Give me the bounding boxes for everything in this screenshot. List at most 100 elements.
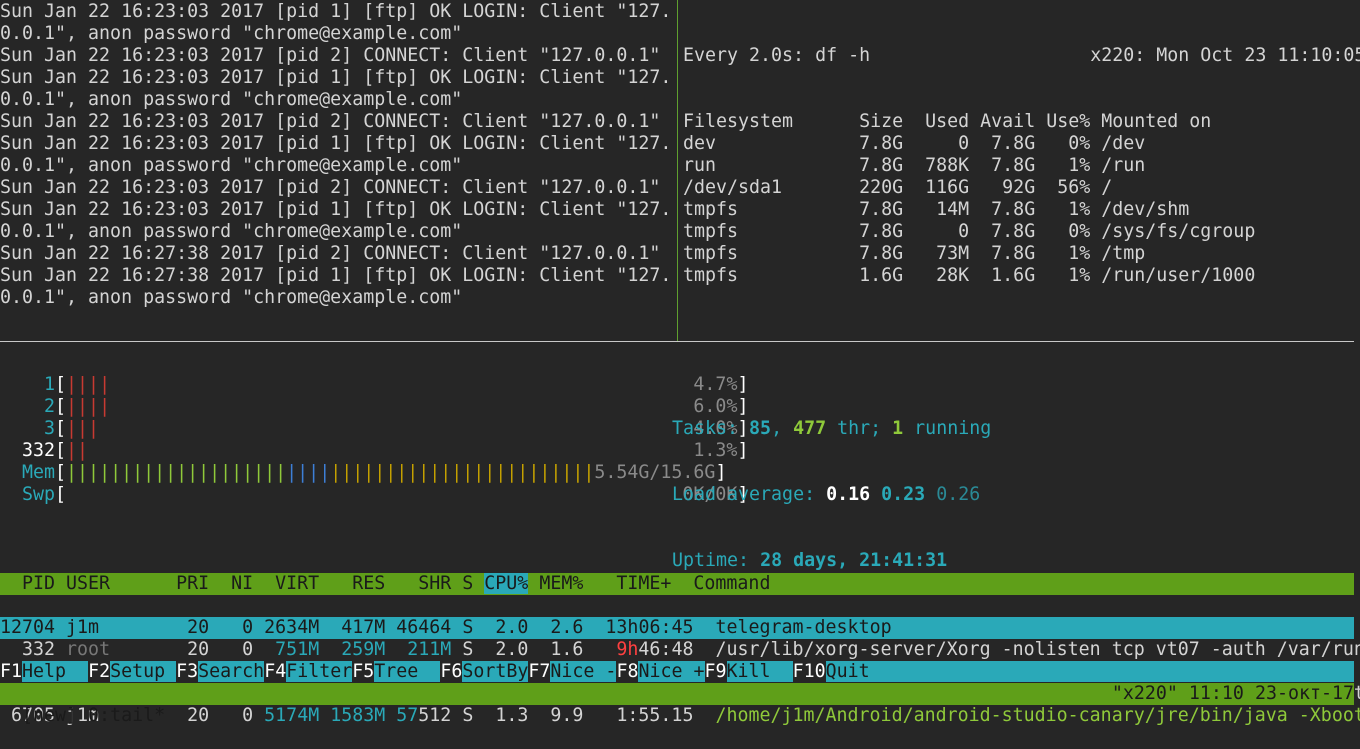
log-line: Sun Jan 22 16:23:03 2017 [pid 1] [ftp] O… — [0, 1, 672, 22]
function-key-bar: F1Help F2Setup F3SearchF4FilterF5Tree F6… — [0, 661, 1354, 683]
fkey-label-f9[interactable]: Kill — [726, 661, 793, 682]
process-shr: 211M — [396, 639, 463, 660]
process-state: S — [462, 705, 485, 726]
fkey-f8[interactable]: F8 — [616, 661, 639, 682]
df-row: run 7.8G 788K 7.8G 1% /run — [683, 155, 1146, 176]
process-state: S — [462, 617, 485, 638]
df-row: tmpfs 7.8G 0 7.8G 0% /sys/fs/cgroup — [683, 221, 1256, 242]
process-mem: 9.9 — [539, 705, 595, 726]
cpu-meter-label: 1 — [22, 374, 56, 395]
process-time-pad — [594, 617, 605, 638]
fkey-f6[interactable]: F6 — [440, 661, 463, 682]
process-shr-lo: 464 — [418, 617, 463, 638]
fkey-label-f4[interactable]: Filter — [286, 661, 353, 682]
process-pid: 332 — [0, 639, 67, 660]
fkey-label-f2[interactable]: Setup — [110, 661, 177, 682]
log-line: 0.0.1", anon password "chrome@example.co… — [0, 221, 463, 242]
process-table-header[interactable]: PID USER PRI NI VIRT RES SHR S CPU% MEM%… — [0, 573, 1354, 595]
process-time-hours: 9h — [616, 639, 639, 660]
log-line: Sun Jan 22 16:23:03 2017 [pid 2] CONNECT… — [0, 45, 661, 66]
cpu-meter-bars: || — [66, 440, 89, 461]
sort-column-cpu: CPU% — [484, 573, 529, 594]
process-pri: 20 — [165, 705, 221, 726]
df-row: tmpfs 7.8G 14M 7.8G 1% /dev/shm — [683, 199, 1190, 220]
process-user: root — [66, 639, 166, 660]
fkey-f10[interactable]: F10 — [792, 661, 826, 682]
fkey-label-f10[interactable]: Quit — [825, 661, 870, 682]
htop-meters: 1[|||| 4.7%] 2[|||| 6.0%] 3[||| 4.0%] 332… — [22, 374, 748, 506]
fkey-label-f6[interactable]: SortBy — [462, 661, 529, 682]
df-row: /dev/sda1 220G 116G 92G 56% / — [683, 177, 1113, 198]
df-row — [683, 89, 1360, 111]
process-time-pad — [594, 639, 616, 660]
process-res: 1583M — [330, 705, 397, 726]
process-mem: 2.6 — [539, 617, 595, 638]
watch-header: Every 2.0s: df -h x220: Mon Oct 23 11:10… — [683, 45, 1360, 66]
mem-buffer-bars: |||| — [286, 462, 331, 483]
process-row[interactable]: 6705 j1m 20 0 5174M 1583M 57512 S 1.3 9.… — [0, 705, 1360, 727]
process-command: telegram-desktop — [715, 617, 892, 638]
load5: 0.23 — [881, 484, 926, 505]
meter-open-bracket: [ — [55, 462, 67, 483]
df-row: dev 7.8G 0 7.8G 0% /dev — [683, 133, 1146, 154]
fkey-f5[interactable]: F5 — [352, 661, 375, 682]
process-ni: 0 — [220, 705, 265, 726]
cpu-meter: 1[|||| 4.7%] — [22, 374, 748, 396]
swap-meter: Swp[ 0K/0K] — [22, 484, 748, 506]
tmux-status-right: "x220" 11:10 23-окт-17 — [1111, 683, 1354, 704]
process-ni: 0 — [220, 639, 265, 660]
cpu-meter: 3[||| 4.0%] — [22, 418, 748, 440]
tmux-window-list[interactable]: [new] 0:tail* — [22, 705, 165, 726]
fkey-label-f3[interactable]: Search — [198, 661, 265, 682]
process-virt: 751M — [264, 639, 331, 660]
process-cpu: 2.0 — [484, 639, 540, 660]
fkey-label-f5[interactable]: Tree — [374, 661, 441, 682]
mem-meter: Mem[||||||||||||||||||||||||||||||||||||… — [22, 462, 726, 484]
log-line: Sun Jan 22 16:23:03 2017 [pid 1] [ftp] O… — [0, 199, 672, 220]
cpu-meter-bars: |||| — [66, 374, 111, 395]
log-line: Sun Jan 22 16:27:38 2017 [pid 1] [ftp] O… — [0, 265, 672, 286]
process-user: j1m — [66, 617, 166, 638]
threads-count: 477 — [793, 418, 827, 439]
cpu-meter-bars: ||| — [66, 418, 100, 439]
fkey-f7[interactable]: F7 — [528, 661, 551, 682]
fkey-label-f7[interactable]: Nice - — [550, 661, 617, 682]
tmux-status-bar: [new] 0:tail* "x220" 11:10 23-окт-17 — [0, 683, 1354, 726]
fkey-f3[interactable]: F3 — [176, 661, 199, 682]
process-time-pad — [594, 705, 616, 726]
meter-open-bracket: [ — [55, 374, 67, 395]
fkey-f1[interactable]: F1 — [0, 661, 23, 682]
process-cpu: 1.3 — [484, 705, 540, 726]
fkey-f2[interactable]: F2 — [88, 661, 111, 682]
tasks-count: 85 — [749, 418, 772, 439]
fkey-f9[interactable]: F9 — [704, 661, 727, 682]
process-ni: 0 — [220, 617, 265, 638]
fkey-bar-filler — [869, 661, 1354, 682]
process-pri: 20 — [165, 639, 221, 660]
swap-meter-label: Swp — [22, 484, 56, 505]
tasks-line: Tasks: 85, 477 thr; 1 running — [672, 418, 992, 439]
pane-divider-vertical — [677, 0, 678, 341]
cpu-meter-bars: |||| — [66, 396, 111, 417]
process-res: 417M — [330, 617, 397, 638]
df-row: tmpfs 1.6G 28K 1.6G 1% /run/user/1000 — [683, 265, 1256, 286]
log-line: 0.0.1", anon password "chrome@example.co… — [0, 155, 463, 176]
cpu-meter-label: 332 — [22, 440, 56, 461]
process-row[interactable]: 332 root 20 0 751M 259M 211M S 2.0 1.6 9… — [0, 639, 1360, 661]
load-line: Load average: 0.16 0.23 0.26 — [672, 484, 981, 505]
log-line: Sun Jan 22 16:23:03 2017 [pid 1] [ftp] O… — [0, 133, 672, 154]
cpu-meter: 332[|| 1.3%] — [22, 440, 748, 462]
fkey-f4[interactable]: F4 — [264, 661, 287, 682]
process-virt: 2634M — [264, 617, 331, 638]
mem-used-bars: |||||||||||||||||||| — [66, 462, 287, 483]
log-line: Sun Jan 22 16:23:03 2017 [pid 1] [ftp] O… — [0, 67, 672, 88]
fkey-label-f8[interactable]: Nice + — [638, 661, 705, 682]
meter-open-bracket: [ — [55, 418, 67, 439]
log-line: Sun Jan 22 16:27:38 2017 [pid 2] CONNECT… — [0, 243, 661, 264]
process-command: /home/j1m/Android/android-studio-canary/… — [715, 705, 1360, 726]
fkey-label-f1[interactable]: Help — [22, 661, 89, 682]
process-row[interactable]: 12704 j1m 20 0 2634M 417M 46464 S 2.0 2.… — [0, 617, 1354, 639]
process-virt: 5174M — [264, 705, 331, 726]
process-time: 46:48 — [638, 639, 716, 660]
process-time: 1:55.15 — [616, 705, 716, 726]
